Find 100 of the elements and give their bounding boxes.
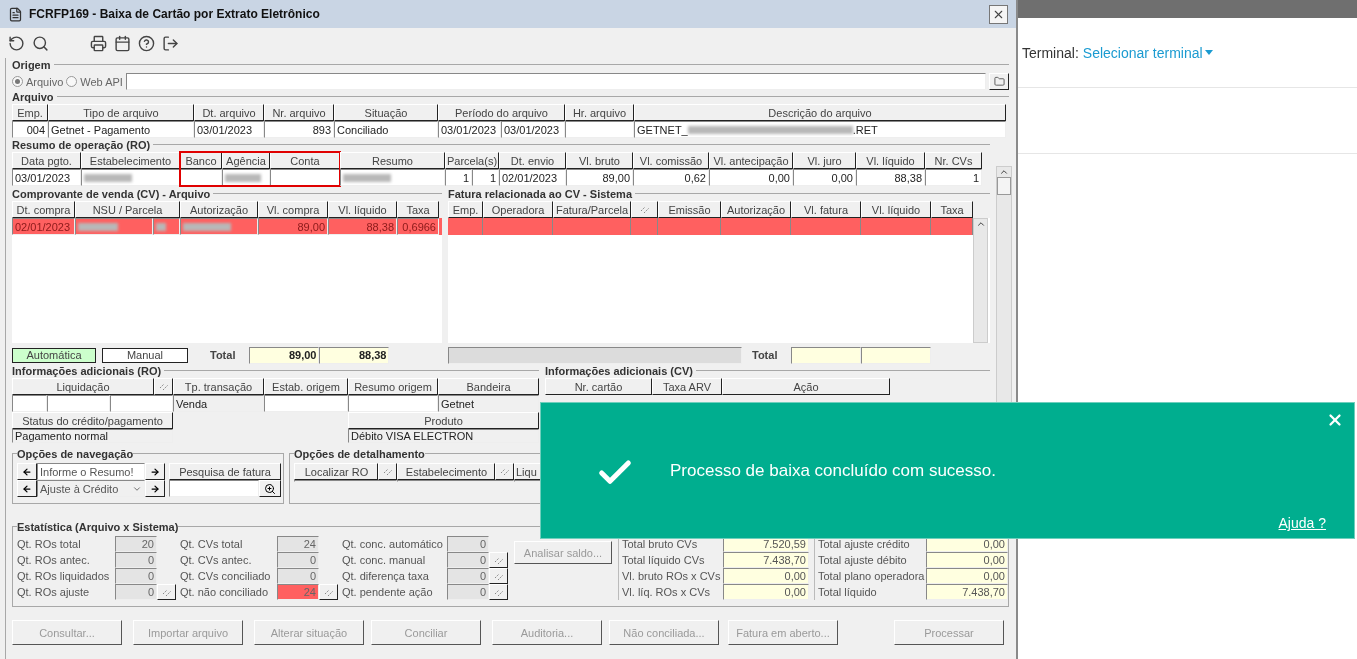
close-button[interactable]	[989, 4, 1008, 24]
total-label: Total ajuste crédito	[818, 538, 911, 550]
column-header[interactable]: Bandeira	[438, 378, 539, 395]
column-header[interactable]: Taxa ARV	[652, 378, 722, 395]
dropdown-field[interactable]: Ajuste à Crédito	[37, 480, 145, 497]
column-header[interactable]: Parcela(s)	[445, 152, 499, 169]
column-header[interactable]: Nr. arquivo	[264, 104, 334, 121]
slash-icon-button[interactable]	[489, 552, 508, 568]
column-header[interactable]: Emissão	[658, 201, 721, 218]
total-label: Total líquido CVs	[622, 554, 706, 566]
next-button[interactable]	[145, 480, 165, 497]
group-title: Informações adicionais (RO)	[12, 364, 162, 377]
search-icon[interactable]	[32, 34, 49, 52]
search-field[interactable]	[169, 480, 259, 497]
column-header[interactable]: Data pgto.	[12, 152, 81, 169]
column-header[interactable]: Pesquisa de fatura	[169, 463, 281, 480]
column-header[interactable]: NSU / Parcela	[75, 201, 180, 218]
column-header[interactable]: Descrição do arquivo	[634, 104, 1006, 121]
column-header[interactable]: Emp.	[12, 104, 48, 121]
column-header[interactable]: Vl. bruto	[566, 152, 633, 169]
help-icon[interactable]	[138, 34, 155, 52]
radio-button[interactable]	[66, 76, 78, 87]
column-header[interactable]: Conta	[270, 152, 340, 169]
chevron-up-icon	[999, 167, 1009, 177]
table-cell: 02/01/2023	[499, 169, 566, 186]
folder-icon[interactable]	[989, 73, 1009, 90]
calendar-icon[interactable]	[114, 34, 131, 52]
column-header[interactable]: Autorização	[180, 201, 258, 218]
file-path-field[interactable]	[125, 73, 986, 90]
column-header[interactable]: Localizar RO	[294, 463, 378, 480]
column-header[interactable]: Operadora	[483, 201, 553, 218]
slash-icon-button[interactable]	[154, 378, 173, 395]
total-field: 7.438,70	[926, 584, 1008, 600]
radio-button[interactable]	[12, 76, 23, 87]
column-header[interactable]: Tp. transação	[173, 378, 264, 395]
column-header[interactable]: Estabelecimento	[397, 463, 495, 480]
input-field[interactable]: Informe o Resumo!	[37, 463, 145, 480]
slash-icon-button[interactable]	[489, 568, 508, 584]
column-header[interactable]: Resumo origem	[348, 378, 438, 395]
column-header[interactable]: Banco	[180, 152, 222, 169]
stat-field: 20	[115, 536, 157, 552]
table-cell: 1	[925, 169, 982, 186]
column-header[interactable]: Situação	[334, 104, 438, 121]
column-header[interactable]: Agência	[222, 152, 270, 169]
scroll-thumb[interactable]	[997, 177, 1011, 195]
column-header[interactable]: Status do crédito/pagamento	[12, 412, 173, 429]
stat-field: 0	[447, 552, 489, 568]
column-header[interactable]: Vl. fatura	[791, 201, 861, 218]
column-header[interactable]: Autorização	[721, 201, 791, 218]
search-button[interactable]	[259, 480, 281, 497]
column-header[interactable]: Fatura/Parcela	[553, 201, 631, 218]
column-header[interactable]: Vl. antecipação	[709, 152, 793, 169]
total-label: Vl. bruto ROs x CVs	[622, 570, 722, 582]
column-header[interactable]: Tipo de arquivo	[48, 104, 194, 121]
exit-icon[interactable]	[162, 34, 179, 52]
column-header[interactable]: Produto	[348, 412, 539, 429]
stat-label: Qt. conc. automático	[342, 538, 444, 550]
column-header[interactable]: Nr. CVs	[925, 152, 982, 169]
undo-icon[interactable]	[8, 34, 25, 52]
column-header[interactable]: Estabelecimento	[81, 152, 180, 169]
scrollbar[interactable]	[973, 218, 988, 343]
column-header[interactable]: Dt. compra	[12, 201, 75, 218]
column-header[interactable]: Vl. líquido	[861, 201, 931, 218]
slash-icon-button[interactable]	[319, 584, 338, 600]
table-cell: 88,38	[856, 169, 925, 186]
column-header[interactable]: Dt. arquivo	[194, 104, 264, 121]
column-header[interactable]: Período do arquivo	[438, 104, 565, 121]
column-header[interactable]: Liquidação	[12, 378, 154, 395]
column-header[interactable]: Ação	[722, 378, 890, 395]
group-title: Opções de navegação	[17, 447, 134, 460]
toast-message: Processo de baixa concluído com sucesso.	[670, 461, 996, 481]
column-header[interactable]: Vl. comissão	[633, 152, 709, 169]
column-header[interactable]: Dt. envio	[499, 152, 566, 169]
slash-icon-button[interactable]	[495, 463, 514, 480]
stat-label: Qt. ROs ajuste	[17, 586, 91, 598]
slash-icon	[639, 205, 650, 214]
table-cell	[110, 395, 173, 412]
table-cell: 004	[12, 121, 48, 138]
next-button[interactable]	[145, 463, 165, 480]
previous-button[interactable]	[17, 480, 37, 497]
slash-icon-button[interactable]	[157, 584, 176, 600]
slash-icon-button[interactable]	[489, 584, 508, 600]
table-cell: 88,38	[328, 218, 397, 235]
column-header[interactable]: Taxa	[931, 201, 973, 218]
previous-button[interactable]	[17, 463, 37, 480]
column-header[interactable]: Estab. origem	[264, 378, 348, 395]
column-header[interactable]: Vl. líquido	[856, 152, 925, 169]
column-header[interactable]: Vl. juro	[793, 152, 856, 169]
column-header[interactable]: Vl. compra	[258, 201, 328, 218]
column-header[interactable]: Taxa	[397, 201, 439, 218]
column-header[interactable]: Nr. cartão	[545, 378, 652, 395]
printer-icon[interactable]	[90, 34, 107, 52]
column-header[interactable]: Hr. arquivo	[565, 104, 634, 121]
column-header[interactable]: Resumo	[340, 152, 445, 169]
column-header[interactable]: Vl. líquido	[328, 201, 397, 218]
slash-icon-button[interactable]	[378, 463, 397, 480]
group-title: Opções de detalhamento	[294, 447, 425, 460]
arrow-left-icon	[22, 483, 32, 494]
total-field: 0,00	[926, 552, 1008, 568]
column-header[interactable]: Emp.	[448, 201, 483, 218]
